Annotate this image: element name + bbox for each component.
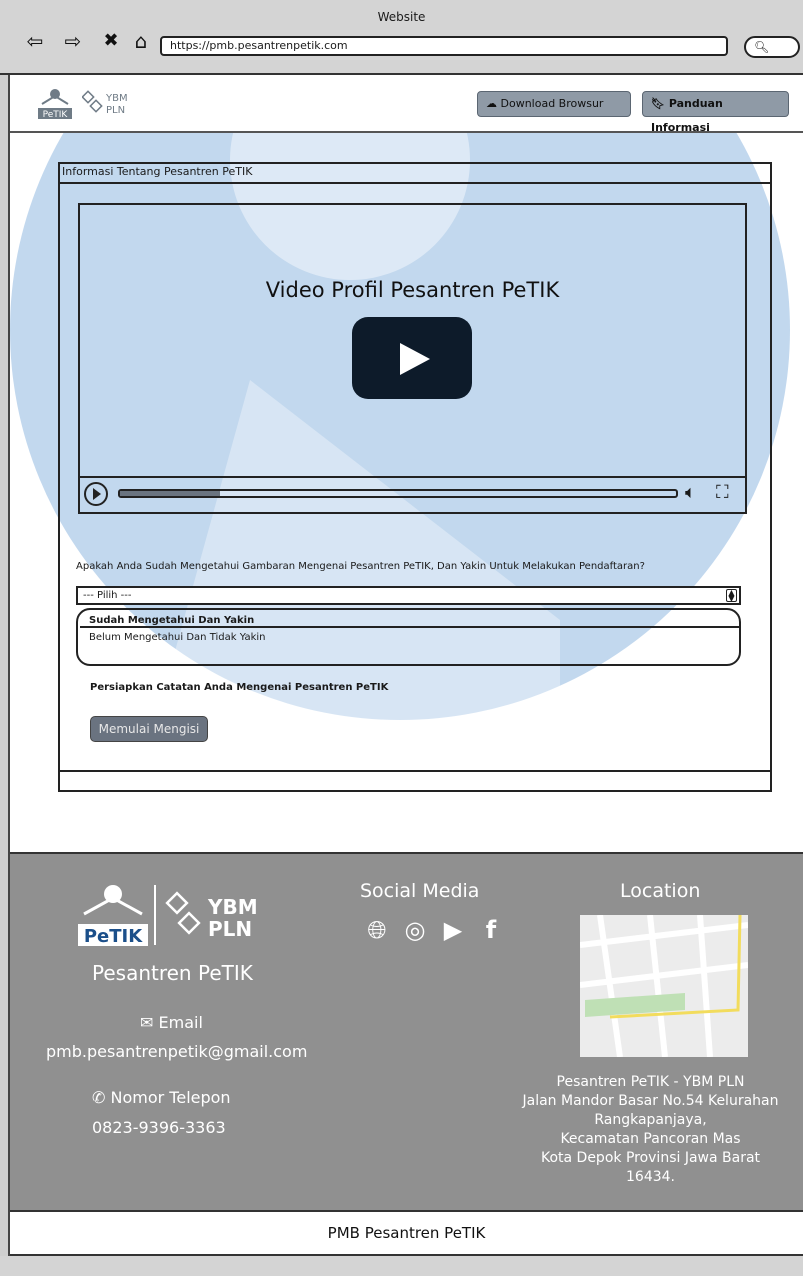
stop-icon[interactable]: ✖ <box>100 30 122 52</box>
facebook-icon[interactable]: f <box>476 915 506 945</box>
video-progress-fill <box>120 491 220 496</box>
forward-arrow-icon[interactable]: ⇨ <box>62 30 84 52</box>
play-control-icon[interactable] <box>84 482 108 506</box>
logo-divider <box>154 885 156 945</box>
svg-text:YBM: YBM <box>105 93 128 104</box>
location-title: Location <box>620 880 701 902</box>
bookmark-icon: 🔖︎ <box>651 97 665 110</box>
select-arrows-icon: ▲ ▼ <box>726 589 737 603</box>
guide-info-button[interactable]: 🔖︎ Panduan Informasi <box>642 91 789 134</box>
browser-status-bar <box>0 1256 803 1276</box>
email-label: ✉ Email <box>140 1013 203 1032</box>
address-line: Kecamatan Pancoran Mas <box>560 1131 741 1147</box>
url-input[interactable]: https://pmb.pesantrenpetik.com <box>160 36 728 56</box>
answer-select[interactable]: --- Pilih --- ▲ ▼ <box>76 586 741 605</box>
phone-number[interactable]: 0823-9396-3363 <box>92 1118 226 1137</box>
registration-question: Apakah Anda Sudah Mengetahui Gambaran Me… <box>76 561 645 572</box>
svg-text:YBM: YBM <box>207 895 258 919</box>
download-brochure-button[interactable]: ☁ Download Browsur <box>477 91 631 117</box>
home-icon[interactable]: ⌂ <box>130 30 152 52</box>
panel-title-divider <box>58 182 772 184</box>
petik-logo: PeTIK <box>38 89 72 120</box>
petik-footer-logo: PeTIK <box>78 885 148 947</box>
address-block: Pesantren PeTIK - YBM PLN Jalan Mandor B… <box>498 1073 803 1187</box>
social-icons: 🌐︎ ◎ ▶ f <box>362 915 506 949</box>
footer-org-name: Pesantren PeTIK <box>92 961 253 985</box>
panel-title: Informasi Tentang Pesantren PeTIK <box>62 165 253 178</box>
svg-text:PLN: PLN <box>208 917 252 941</box>
browser-toolbar: Website ⇦ ⇨ ✖ ⌂ https://pmb.pesantrenpet… <box>0 0 803 75</box>
youtube-icon[interactable]: ▶ <box>438 915 468 945</box>
search-button[interactable]: 🔍︎ <box>744 36 800 58</box>
option-divider <box>80 626 740 628</box>
option-belum-yakin[interactable]: Belum Mengetahui Dan Tidak Yakin <box>89 632 265 643</box>
start-filling-button[interactable]: Memulai Mengisi <box>90 716 208 742</box>
instagram-icon[interactable]: ◎ <box>400 915 430 945</box>
location-map[interactable] <box>580 915 748 1057</box>
mail-icon: ✉ <box>140 1013 154 1032</box>
page-left-rail <box>0 75 10 1256</box>
ybm-pln-footer-logo: YBM PLN <box>165 891 258 941</box>
play-icon <box>400 343 430 375</box>
fullscreen-icon[interactable]: ⛶ <box>716 482 729 503</box>
panel-footer-divider <box>58 770 772 772</box>
back-arrow-icon[interactable]: ⇦ <box>24 30 46 52</box>
phone-icon: ✆ <box>92 1088 106 1107</box>
svg-text:PeTIK: PeTIK <box>43 110 69 120</box>
address-line: Jalan Mandor Basar No.54 Kelurahan <box>522 1093 779 1109</box>
prepare-notes-text: Persiapkan Catatan Anda Mengenai Pesantr… <box>90 682 389 693</box>
video-title: Video Profil Pesantren PeTIK <box>265 278 560 302</box>
globe-icon[interactable]: 🌐︎ <box>362 915 392 945</box>
window-title: Website <box>377 10 426 24</box>
cloud-upload-icon: ☁ <box>486 97 497 110</box>
volume-icon[interactable]: 🔈︎ <box>685 482 696 503</box>
social-media-title: Social Media <box>360 880 480 902</box>
copyright-text: PMB Pesantren PeTIK <box>327 1224 486 1242</box>
select-value: --- Pilih --- <box>83 590 132 601</box>
video-progress-bar[interactable] <box>118 489 678 498</box>
video-controls-divider <box>78 476 747 478</box>
ybm-pln-logo: YBM PLN <box>82 90 128 116</box>
address-line: Rangkapanjaya, <box>594 1112 707 1128</box>
phone-label: ✆ Nomor Telepon <box>92 1088 231 1107</box>
svg-text:PeTIK: PeTIK <box>84 926 143 947</box>
email-link[interactable]: pmb.pesantrenpetik@gmail.com <box>46 1042 307 1061</box>
address-line: 16434. <box>626 1169 675 1185</box>
option-sudah-yakin[interactable]: Sudah Mengetahui Dan Yakin <box>89 615 254 626</box>
svg-text:PLN: PLN <box>106 105 125 116</box>
address-line: Kota Depok Provinsi Jawa Barat <box>540 1150 761 1166</box>
address-line: Pesantren PeTIK - YBM PLN <box>556 1074 745 1090</box>
search-icon: 🔍︎ <box>754 40 770 54</box>
